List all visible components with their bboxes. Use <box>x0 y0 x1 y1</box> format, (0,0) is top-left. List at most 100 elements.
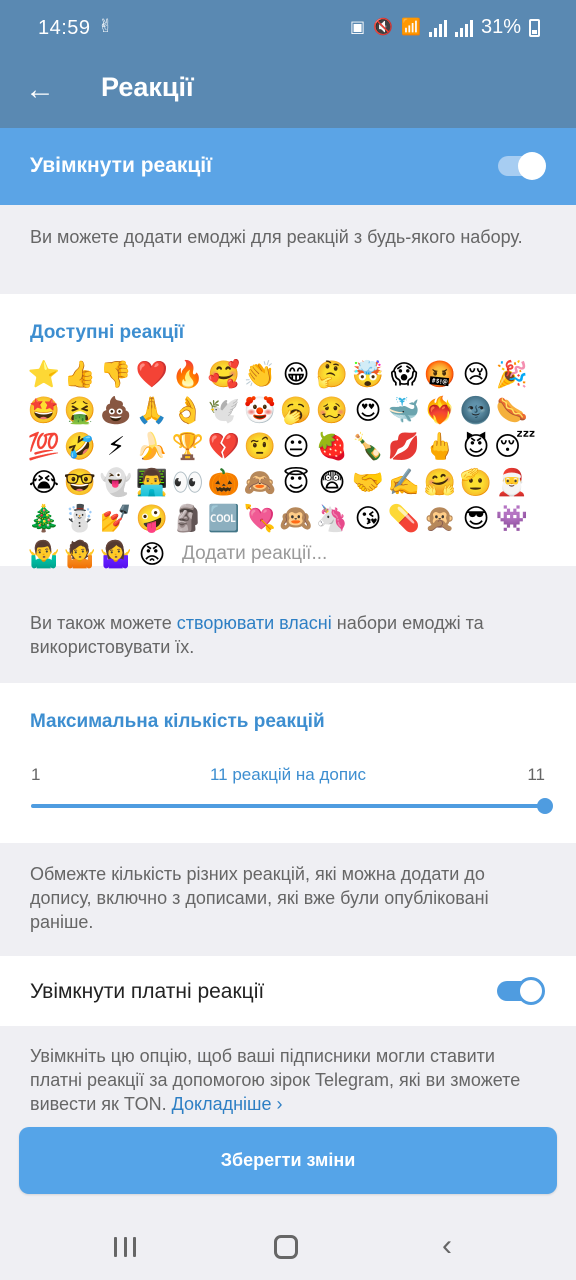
paid-reactions-row[interactable]: Увімкнути платні реакції <box>0 956 576 1026</box>
reaction-emoji[interactable]: 😈 <box>458 428 494 464</box>
reaction-emoji[interactable]: 😡 <box>134 536 170 572</box>
emoji-grid: ⭐ 👍 👎 ❤️ 🔥 🥰 👏 😁 🤔 🤯 😱 🤬 😢 🎉 🤩 🤮 💩 🙏 👌 🕊️ 🤡 🥱 🥴 😍 🐳 ❤️‍🔥 🌚 🌭 💯 🤣 ⚡ 🍌 🏆 💔 🤨… <box>26 356 536 572</box>
reaction-emoji[interactable]: 🤝 <box>350 464 386 500</box>
reaction-emoji[interactable]: 🍓 <box>314 428 350 464</box>
reaction-emoji[interactable]: 😭 <box>26 464 62 500</box>
reaction-emoji[interactable]: 😴 <box>494 428 536 464</box>
signal-icon <box>428 19 447 37</box>
add-reactions-input[interactable]: Додати реакції... <box>170 536 327 572</box>
reaction-emoji[interactable]: 💋 <box>386 428 422 464</box>
max-reactions-title: Максимальна кількість реакцій <box>30 711 325 732</box>
reaction-emoji[interactable]: 🙊 <box>422 500 458 536</box>
reaction-emoji[interactable]: 🤮 <box>62 392 98 428</box>
back-icon[interactable]: ‹ <box>434 1229 460 1263</box>
reaction-emoji[interactable]: 🦄 <box>314 500 350 536</box>
reaction-emoji[interactable]: 😱 <box>386 356 422 392</box>
enable-reactions-toggle[interactable] <box>498 152 546 180</box>
wifi-icon: 📶 <box>401 18 421 36</box>
reaction-emoji[interactable]: 😘 <box>350 500 386 536</box>
reaction-emoji[interactable]: 😨 <box>314 464 350 500</box>
arrow-left-icon[interactable]: ← <box>22 72 58 108</box>
reaction-emoji[interactable]: 💔 <box>206 428 242 464</box>
reaction-emoji[interactable]: 🎉 <box>494 356 530 392</box>
reaction-emoji[interactable]: 🥰 <box>206 356 242 392</box>
reaction-emoji[interactable]: 🤷 <box>62 536 98 572</box>
reaction-emoji[interactable]: 🔥 <box>170 356 206 392</box>
reaction-emoji[interactable]: 🕊️ <box>206 392 242 428</box>
recents-icon[interactable] <box>114 1237 136 1257</box>
reaction-emoji[interactable]: 🤔 <box>314 356 350 392</box>
hand-icon: ✌ <box>98 16 114 36</box>
reaction-emoji[interactable]: 🤡 <box>242 392 278 428</box>
home-icon[interactable] <box>274 1235 298 1259</box>
reaction-emoji[interactable]: 💊 <box>386 500 422 536</box>
reaction-emoji[interactable]: 👏 <box>242 356 278 392</box>
slider-value-label: 11 реакцій на допис <box>209 765 367 784</box>
add-emoji-hint: Ви можете додати емоджі для реакцій з бу… <box>30 227 523 247</box>
reaction-emoji[interactable]: 🤬 <box>422 356 458 392</box>
reaction-emoji[interactable]: 😁 <box>278 356 314 392</box>
reaction-emoji[interactable]: 🎅 <box>494 464 530 500</box>
reaction-emoji[interactable]: 🌭 <box>494 392 530 428</box>
create-sets-link[interactable]: створювати власні <box>177 613 332 633</box>
reaction-emoji[interactable]: 👎 <box>98 356 134 392</box>
reaction-emoji[interactable]: ❤️ <box>134 356 170 392</box>
reaction-emoji[interactable]: 💘 <box>242 500 278 536</box>
reaction-emoji[interactable]: 😎 <box>458 500 494 536</box>
reaction-emoji[interactable]: ☃️ <box>62 500 98 536</box>
reaction-emoji[interactable]: 🤨 <box>242 428 278 464</box>
reaction-emoji[interactable]: 😍 <box>350 392 386 428</box>
reaction-emoji[interactable]: ⭐ <box>26 356 62 392</box>
reaction-emoji[interactable]: 🙉 <box>278 500 314 536</box>
reaction-emoji[interactable]: 🤷‍♂️ <box>26 536 62 572</box>
reaction-emoji[interactable]: 🤷‍♀️ <box>98 536 134 572</box>
reaction-emoji[interactable]: 🫡 <box>458 464 494 500</box>
reaction-emoji[interactable]: 🌚 <box>458 392 494 428</box>
paid-hint: Увімкніть цю опцію, щоб ваші підписники … <box>30 1044 546 1116</box>
reaction-emoji[interactable]: ✍️ <box>386 464 422 500</box>
slider-handle[interactable] <box>537 798 553 814</box>
enable-reactions-row[interactable]: Увімкнути реакції <box>0 128 576 205</box>
limit-hint: Обмежте кількість різних реакцій, які мо… <box>30 864 489 932</box>
reaction-emoji[interactable]: 🍌 <box>134 428 170 464</box>
reaction-emoji[interactable]: ❤️‍🔥 <box>422 392 458 428</box>
learn-more-link[interactable]: Докладніше › <box>172 1094 283 1114</box>
reaction-emoji[interactable]: 😐 <box>278 428 314 464</box>
reaction-emoji[interactable]: 👻 <box>98 464 134 500</box>
reaction-emoji[interactable]: 🤗 <box>422 464 458 500</box>
reaction-emoji[interactable]: 👍 <box>62 356 98 392</box>
create-sets-prefix: Ви також можете <box>30 613 177 633</box>
reaction-emoji[interactable]: 🎃 <box>206 464 242 500</box>
toggle-knob <box>518 152 546 180</box>
reaction-emoji[interactable]: 🏆 <box>170 428 206 464</box>
reaction-emoji[interactable]: 🙈 <box>242 464 278 500</box>
reaction-emoji[interactable]: 😢 <box>458 356 494 392</box>
reaction-emoji[interactable]: 👀 <box>170 464 206 500</box>
reaction-emoji[interactable]: 👾 <box>494 500 530 536</box>
reaction-emoji[interactable]: 🥱 <box>278 392 314 428</box>
reaction-emoji[interactable]: 👨‍💻 <box>134 464 170 500</box>
reaction-emoji[interactable]: 🥴 <box>314 392 350 428</box>
reaction-emoji[interactable]: 🤩 <box>26 392 62 428</box>
reaction-emoji[interactable]: 🤓 <box>62 464 98 500</box>
paid-reactions-toggle[interactable] <box>497 977 545 1005</box>
reaction-emoji[interactable]: 🎄 <box>26 500 62 536</box>
reaction-emoji[interactable]: ⚡ <box>98 428 134 464</box>
reactions-slider[interactable] <box>31 804 545 808</box>
reaction-emoji[interactable]: 💩 <box>98 392 134 428</box>
reaction-emoji[interactable]: 😇 <box>278 464 314 500</box>
reaction-emoji[interactable]: 🍾 <box>350 428 386 464</box>
reaction-emoji[interactable]: 💅 <box>98 500 134 536</box>
reaction-emoji[interactable]: 🤪 <box>134 500 170 536</box>
reaction-emoji[interactable]: 🤯 <box>350 356 386 392</box>
reaction-emoji[interactable]: 🖕 <box>422 428 458 464</box>
reaction-emoji[interactable]: 🗿 <box>170 500 206 536</box>
reaction-emoji[interactable]: 🙏 <box>134 392 170 428</box>
save-button[interactable]: Зберегти зміни <box>19 1127 557 1194</box>
reaction-emoji[interactable]: 🆒 <box>206 500 242 536</box>
reaction-emoji[interactable]: 🤣 <box>62 428 98 464</box>
max-reactions-card: Максимальна кількість реакцій 1 11 реакц… <box>0 683 576 843</box>
reaction-emoji[interactable]: 💯 <box>26 428 62 464</box>
reaction-emoji[interactable]: 🐳 <box>386 392 422 428</box>
reaction-emoji[interactable]: 👌 <box>170 392 206 428</box>
